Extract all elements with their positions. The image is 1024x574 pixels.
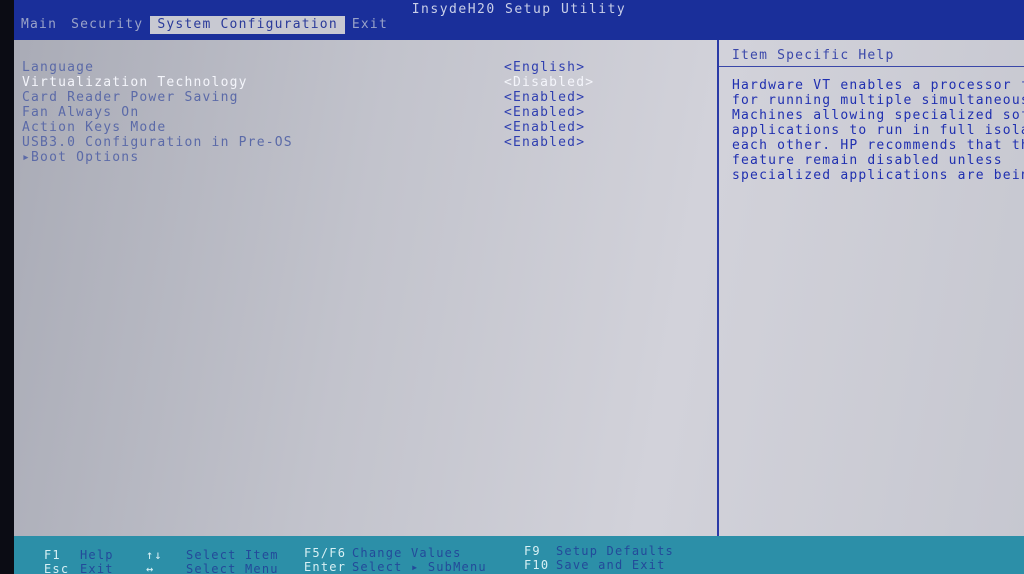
setting-value[interactable]: <Enabled> xyxy=(504,135,585,150)
setting-value[interactable]: <Enabled> xyxy=(504,105,585,120)
submenu-boot-options[interactable]: ▸Boot Options xyxy=(22,150,702,165)
menu-bar: Main Security System Configuration Exit xyxy=(14,16,395,34)
setting-value[interactable]: <Enabled> xyxy=(504,90,585,105)
help-line: feature remain disabled unless xyxy=(732,153,1003,168)
setting-card-reader-power-saving[interactable]: Card Reader Power Saving <Enabled> xyxy=(22,90,702,105)
f1-key: F1 xyxy=(44,548,61,562)
setting-label: ▸Boot Options xyxy=(22,150,140,165)
tab-security[interactable]: Security xyxy=(64,16,150,34)
leftright-desc: Select Menu xyxy=(186,562,279,574)
f10-key: F10 xyxy=(524,558,550,572)
setting-value[interactable]: <Enabled> xyxy=(504,120,585,135)
f5f6-key: F5/F6 xyxy=(304,546,347,560)
setting-value[interactable]: <English> xyxy=(504,60,585,75)
panel-divider xyxy=(717,40,719,536)
tab-main[interactable]: Main xyxy=(14,16,64,34)
app-title: InsydeH20 Setup Utility xyxy=(411,2,627,17)
setting-label: USB3.0 Configuration in Pre-OS xyxy=(22,135,293,150)
tab-exit[interactable]: Exit xyxy=(345,16,395,34)
setting-fan-always-on[interactable]: Fan Always On <Enabled> xyxy=(22,105,702,120)
help-line: Hardware VT enables a processor fe xyxy=(732,78,1024,93)
help-line: specialized applications are being u xyxy=(732,168,1024,183)
setting-label: Action Keys Mode xyxy=(22,120,167,135)
setting-virtualization-technology[interactable]: Virtualization Technology <Disabled> xyxy=(22,75,702,90)
tab-system-configuration[interactable]: System Configuration xyxy=(150,16,345,34)
setting-label: Fan Always On xyxy=(22,105,140,120)
setting-value[interactable]: <Disabled> xyxy=(504,75,594,90)
setting-label: Virtualization Technology xyxy=(22,75,248,90)
updown-desc: Select Item xyxy=(186,548,279,562)
setting-usb3-configuration[interactable]: USB3.0 Configuration in Pre-OS <Enabled> xyxy=(22,135,702,150)
esc-desc: Exit xyxy=(80,562,114,574)
setting-label: Card Reader Power Saving xyxy=(22,90,239,105)
help-header-rule xyxy=(719,66,1024,67)
f10-desc: Save and Exit xyxy=(556,558,666,572)
leftright-arrows-icon: ↔ xyxy=(146,562,155,574)
enter-desc: Select ▸ SubMenu xyxy=(352,560,487,574)
help-line: each other. HP recommends that this xyxy=(732,138,1024,153)
enter-key: Enter xyxy=(304,560,347,574)
help-line: applications to run in full isolati xyxy=(732,123,1024,138)
help-line: for running multiple simultaneous V xyxy=(732,93,1024,108)
esc-key: Esc xyxy=(44,562,70,574)
title-bar: InsydeH20 Setup Utility Main Security Sy… xyxy=(14,0,1024,40)
key-legend-bar: F1 Help Esc Exit ↑↓ Select Item ↔ Select… xyxy=(14,536,1024,574)
setting-action-keys-mode[interactable]: Action Keys Mode <Enabled> xyxy=(22,120,702,135)
f1-desc: Help xyxy=(80,548,114,562)
f9-key: F9 xyxy=(524,544,541,558)
setting-label: Language xyxy=(22,60,95,75)
f9-desc: Setup Defaults xyxy=(556,544,674,558)
updown-arrows-icon: ↑↓ xyxy=(146,548,163,562)
setting-language[interactable]: Language <English> xyxy=(22,60,702,75)
help-panel-title: Item Specific Help xyxy=(732,48,895,63)
help-line: Machines allowing specialized softw xyxy=(732,108,1024,123)
settings-list: Language <English> Virtualization Techno… xyxy=(22,60,702,165)
help-panel-text: Hardware VT enables a processor fe for r… xyxy=(732,78,1024,183)
f5f6-desc: Change Values xyxy=(352,546,462,560)
bios-screen: InsydeH20 Setup Utility Main Security Sy… xyxy=(14,0,1024,574)
